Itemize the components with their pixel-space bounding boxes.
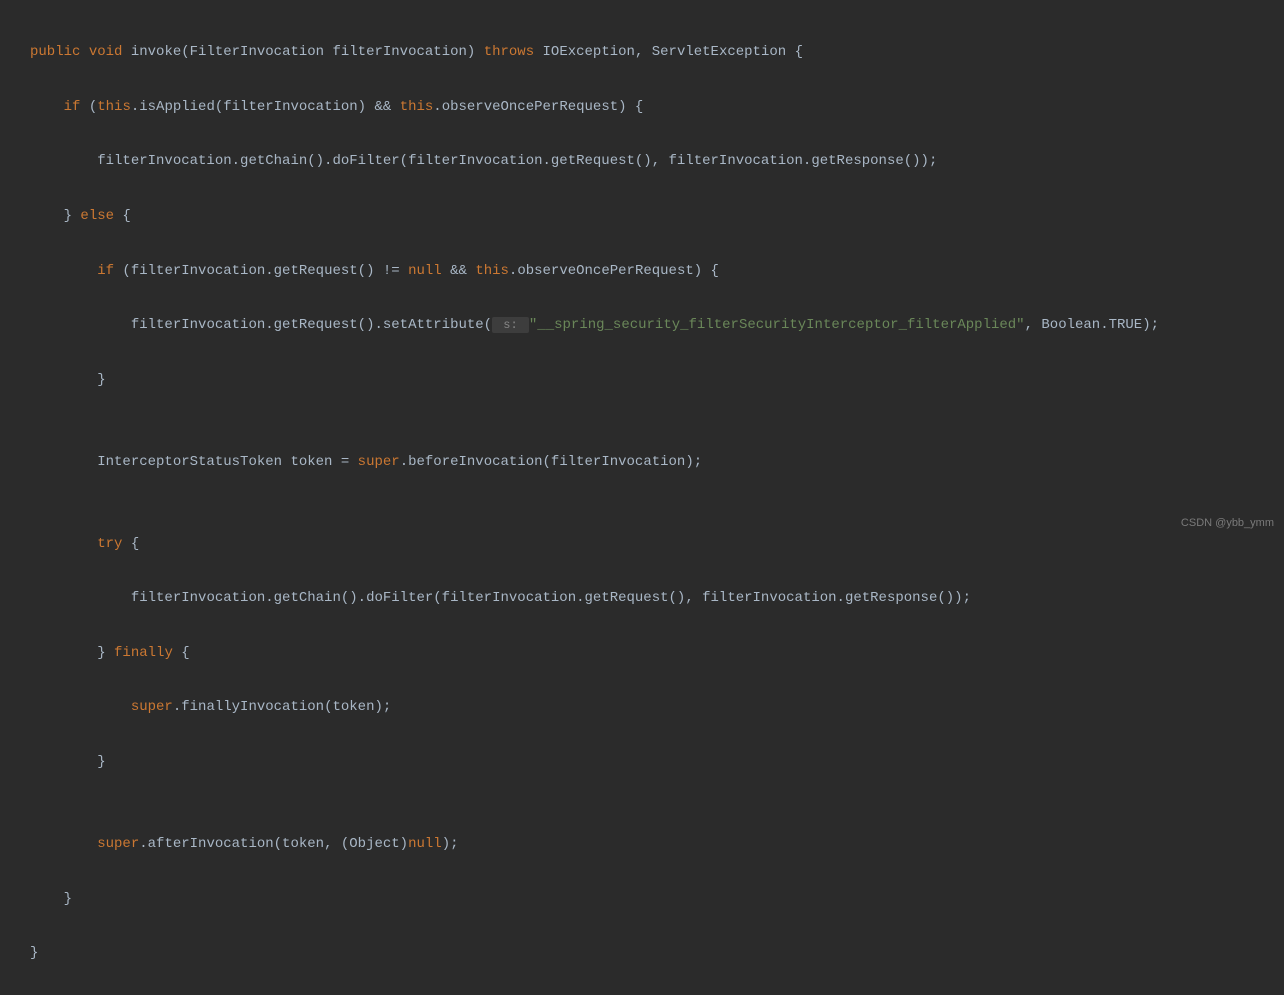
- code-line: InterceptorStatusToken token = super.bef…: [30, 449, 1284, 476]
- parameter-hint: s:: [492, 317, 529, 333]
- code-line: }: [30, 367, 1284, 394]
- code-line: if (filterInvocation.getRequest() != nul…: [30, 258, 1284, 285]
- code-line: }: [30, 749, 1284, 776]
- code-line: } else {: [30, 203, 1284, 230]
- code-line: public void invoke(FilterInvocation filt…: [30, 39, 1284, 66]
- code-line: filterInvocation.getChain().doFilter(fil…: [30, 148, 1284, 175]
- code-line: if (this.isApplied(filterInvocation) && …: [30, 94, 1284, 121]
- code-line: filterInvocation.getRequest().setAttribu…: [30, 312, 1284, 339]
- code-line: super.finallyInvocation(token);: [30, 694, 1284, 721]
- code-line: }: [30, 886, 1284, 913]
- watermark: CSDN @ybb_ymm: [1181, 513, 1274, 534]
- code-line: super.afterInvocation(token, (Object)nul…: [30, 831, 1284, 858]
- code-line: }: [30, 940, 1284, 967]
- code-line: filterInvocation.getChain().doFilter(fil…: [30, 585, 1284, 612]
- code-line: try {: [30, 531, 1284, 558]
- code-line: } finally {: [30, 640, 1284, 667]
- code-editor[interactable]: public void invoke(FilterInvocation filt…: [0, 12, 1284, 995]
